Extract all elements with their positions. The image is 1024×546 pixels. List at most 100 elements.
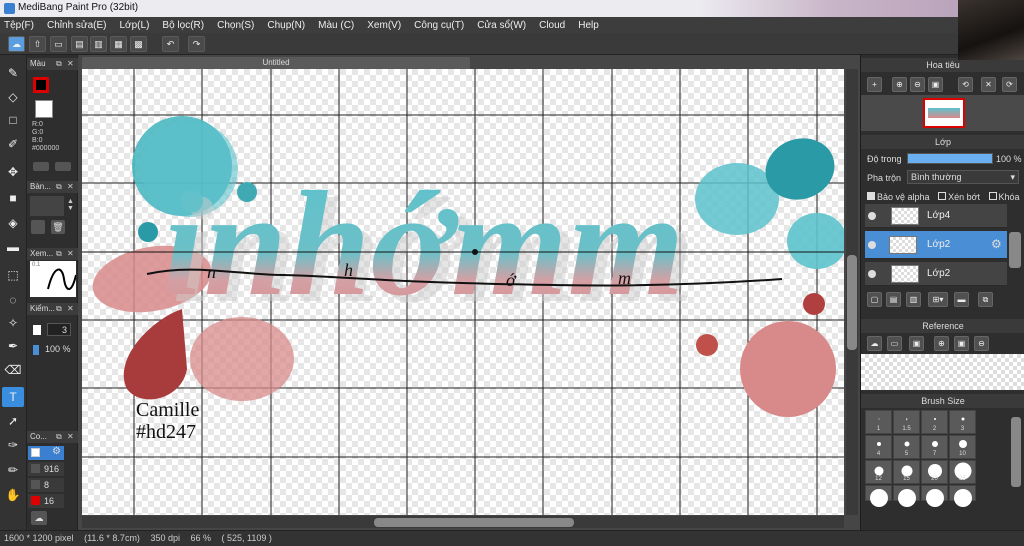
brush-size-scrollbar[interactable] (1011, 417, 1021, 487)
merge-icon[interactable]: ⧉ (978, 292, 993, 307)
menu-window[interactable]: Cửa sổ(W) (477, 20, 526, 31)
brush-size-item[interactable]: 3 (949, 410, 976, 434)
gear-icon[interactable]: ⚙ (991, 237, 1002, 251)
close-icon[interactable]: ✕ (67, 181, 74, 193)
lasso-tool-icon[interactable]: ◌ (2, 290, 24, 310)
new-layer-color-icon[interactable]: ▤ (886, 292, 901, 307)
cloud-add-icon[interactable]: ☁ (31, 511, 47, 525)
rotate-right-icon[interactable]: ⟳ (1002, 77, 1017, 92)
page-icon[interactable]: ▥ (90, 36, 107, 52)
eye-icon[interactable] (868, 212, 876, 220)
popout-icon[interactable]: ⧉ (56, 431, 62, 443)
select-rect-tool-icon[interactable]: ⬚ (2, 265, 24, 285)
document-tab[interactable]: Untitled (82, 57, 470, 69)
eye-icon[interactable] (868, 241, 876, 249)
color-mode-button[interactable] (33, 162, 49, 171)
new-layer-icon[interactable]: ▢ (867, 292, 882, 307)
cloud-icon[interactable]: ☁ (867, 336, 882, 351)
brush-size-item[interactable]: 5 (893, 435, 920, 459)
rect-tool-icon[interactable]: □ (2, 110, 24, 130)
magic-wand-tool-icon[interactable]: ✧ (2, 313, 24, 333)
horizontal-scroll-thumb[interactable] (374, 518, 574, 527)
select-eraser-tool-icon[interactable]: ⌫ (2, 360, 24, 380)
popout-icon[interactable]: ⧉ (56, 58, 62, 70)
background-color-swatch[interactable] (35, 100, 53, 118)
document-canvas[interactable]: inhớmm inhớmm n h ớ m Camille #hd247 (82, 69, 844, 515)
brush-arrows[interactable]: ▲ ▼ (67, 198, 74, 212)
navigator-thumbnail[interactable] (923, 98, 965, 128)
hand-tool-icon[interactable]: ✋ (2, 485, 24, 505)
folder-icon[interactable]: ▬ (954, 292, 969, 307)
duplicate-layer-icon[interactable]: ▥ (906, 292, 921, 307)
add-brush-button[interactable] (31, 220, 45, 234)
layer-item-selected[interactable]: Lớp2 ⚙ (865, 231, 1007, 259)
brush-size-item[interactable]: 20 (921, 460, 948, 484)
open-folder-icon[interactable]: ▭ (887, 336, 902, 351)
close-icon[interactable]: ✕ (67, 58, 74, 70)
select-pen-tool-icon[interactable]: ✒ (2, 336, 24, 356)
pen-tool-icon[interactable]: ✏ (2, 460, 24, 480)
zoom-in-icon[interactable]: ⊕ (892, 77, 907, 92)
reference-canvas-icon[interactable]: ▣ (909, 336, 924, 351)
rotate-icon[interactable]: ⟲ (958, 77, 973, 92)
foreground-color-swatch[interactable] (33, 77, 49, 93)
brush-size-item[interactable]: 1.5 (893, 410, 920, 434)
popout-icon[interactable]: ⧉ (56, 303, 62, 315)
close-icon[interactable]: ✕ (67, 248, 74, 260)
cloud-icon[interactable]: ☁ (8, 36, 25, 52)
popout-icon[interactable]: ⧉ (56, 181, 62, 193)
co-row-selected[interactable]: ⚙ (28, 446, 64, 460)
close-icon[interactable]: ✕ (67, 303, 74, 315)
document-icon[interactable]: ▤ (71, 36, 88, 52)
gradient-tool-icon[interactable]: ▬ (2, 237, 24, 257)
menu-layer[interactable]: Lớp(L) (120, 20, 150, 31)
brush-size-item[interactable]: 7 (921, 435, 948, 459)
brush-size-item[interactable]: 15 (893, 460, 920, 484)
eye-icon[interactable] (868, 270, 876, 278)
menu-tools[interactable]: Công cụ(T) (414, 20, 464, 31)
brush-size-item[interactable]: 2 (921, 410, 948, 434)
menu-color[interactable]: Màu (C) (318, 20, 354, 31)
add-layer-menu-icon[interactable]: ⊞▾ (928, 292, 948, 307)
co-row[interactable]: 8 (28, 478, 64, 492)
grid-icon[interactable]: ▦ (110, 36, 127, 52)
comment-icon[interactable]: ▭ (50, 36, 67, 52)
close-icon[interactable]: ✕ (67, 431, 74, 443)
fit-icon[interactable]: ✕ (981, 77, 996, 92)
brush-size-item[interactable] (865, 485, 892, 507)
brush-tool-icon[interactable]: ✎ (2, 63, 24, 83)
blend-select[interactable]: Bình thường ▾ (907, 170, 1019, 184)
lock-checkbox[interactable] (988, 192, 997, 200)
brush-size-item[interactable]: 4 (865, 435, 892, 459)
eraser-tool-icon[interactable]: ◇ (2, 87, 24, 107)
brush-size-item[interactable] (949, 485, 976, 507)
menu-help[interactable]: Help (578, 20, 599, 31)
layer-scrollbar[interactable] (1009, 232, 1021, 268)
zoom-in-icon[interactable]: + (867, 77, 882, 92)
move-tool-icon[interactable]: ✥ (2, 162, 24, 182)
zoom-fit-icon[interactable]: ▣ (928, 77, 943, 92)
dot-tool-icon[interactable]: ✐ (2, 134, 24, 154)
size-value[interactable]: 3 (47, 323, 71, 336)
zoom-out-icon[interactable]: ⊖ (910, 77, 925, 92)
menu-snap[interactable]: Chụp(N) (267, 20, 305, 31)
menu-select[interactable]: Chọn(S) (217, 20, 254, 31)
fill-rect-tool-icon[interactable]: ■ (2, 188, 24, 208)
zoom-in-icon[interactable]: ⊕ (934, 336, 949, 351)
brush-size-item[interactable] (893, 485, 920, 507)
eyedropper-tool-icon[interactable]: ✑ (2, 435, 24, 455)
layer-item[interactable]: Lớp2 (865, 262, 1007, 286)
brush-size-item[interactable]: 12 (865, 460, 892, 484)
co-row[interactable]: 916 (28, 462, 64, 476)
opacity-slider[interactable] (907, 153, 993, 164)
tiles-icon[interactable]: ▩ (130, 36, 147, 52)
popout-icon[interactable]: ⧉ (56, 248, 62, 260)
operation-tool-icon[interactable]: ➚ (2, 411, 24, 431)
co-row[interactable]: 16 (28, 494, 64, 508)
protect-alpha-checkbox[interactable] (867, 192, 875, 200)
gear-icon[interactable]: ⚙ (52, 446, 61, 457)
menu-file[interactable]: Tệp(F) (4, 20, 34, 31)
color-swap-button[interactable] (55, 162, 71, 171)
menu-cloud[interactable]: Cloud (539, 20, 565, 31)
layer-item[interactable]: Lớp4 (865, 204, 1007, 228)
